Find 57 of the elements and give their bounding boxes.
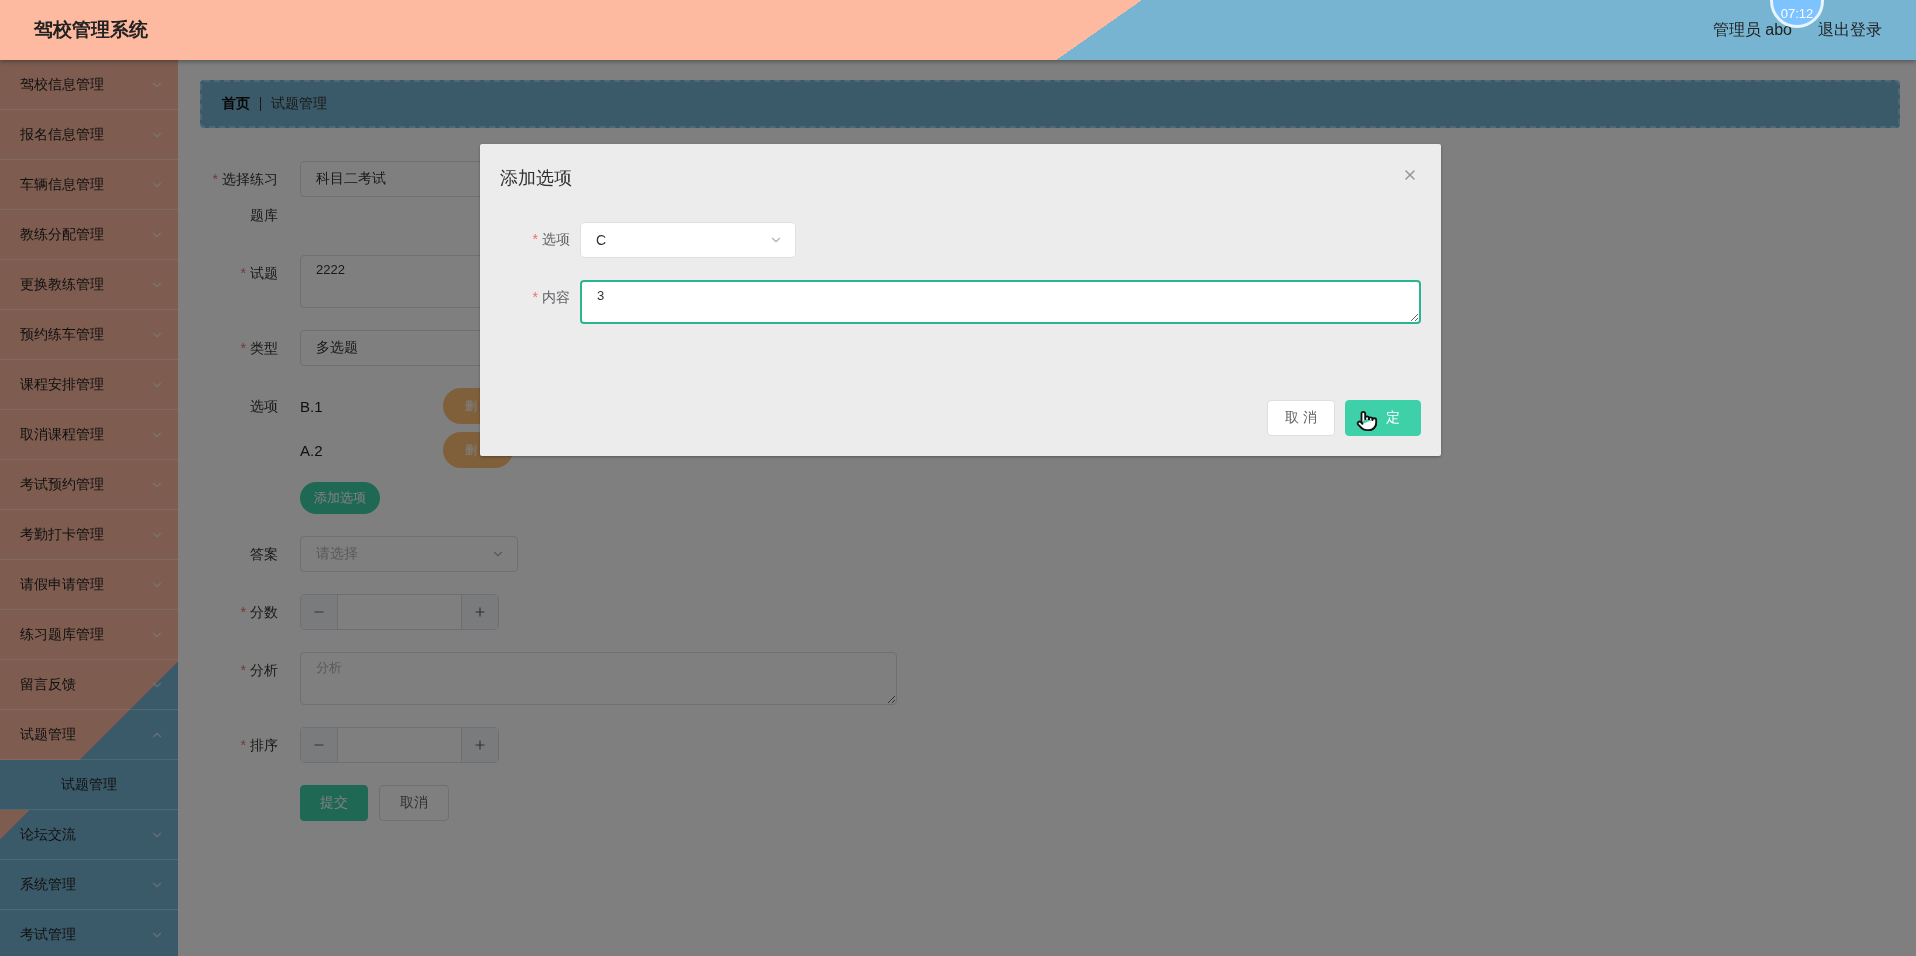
increment-button[interactable] <box>461 595 498 629</box>
hand-cursor-icon <box>1356 410 1378 432</box>
sidebar-item[interactable]: 系统管理 <box>0 860 178 910</box>
submit-button[interactable]: 提交 <box>300 785 368 821</box>
required-mark: * <box>240 737 246 753</box>
field-label: 类型 <box>250 340 278 356</box>
field-label: 内容 <box>542 289 570 305</box>
required-mark: * <box>240 662 246 678</box>
breadcrumb-link[interactable]: 试题管理 <box>271 95 327 113</box>
field-label: 答案 <box>250 546 278 562</box>
text-area[interactable]: 3 <box>580 280 1421 324</box>
field-label: 选项 <box>542 231 570 247</box>
add-option-button[interactable]: 添加选项 <box>300 482 380 514</box>
field-label: 分析 <box>250 662 278 678</box>
sidebar-subitem[interactable]: 试题管理 <box>0 760 178 810</box>
sidebar-item[interactable]: 更换教练管理 <box>0 260 178 310</box>
decrement-button[interactable] <box>301 595 338 629</box>
dialog-title: 添加选项 <box>500 167 572 190</box>
field-label: 试题 <box>250 265 278 281</box>
required-mark: * <box>212 171 218 187</box>
sidebar-item[interactable]: 留言反馈 <box>0 660 178 710</box>
sidebar-item[interactable]: 预约练车管理 <box>0 310 178 360</box>
field-label: 排序 <box>250 737 278 753</box>
option-text: B.1 <box>300 397 324 415</box>
plus-icon <box>473 605 487 619</box>
cancel-button[interactable]: 取消 <box>379 785 449 821</box>
required-mark: * <box>240 265 246 281</box>
sidebar-item[interactable]: 取消课程管理 <box>0 410 178 460</box>
sidebar-item[interactable]: 论坛交流 <box>0 810 178 860</box>
sidebar-item[interactable]: 练习题库管理 <box>0 610 178 660</box>
required-mark: * <box>240 340 246 356</box>
cancel-button[interactable]: 取 消 <box>1267 400 1335 436</box>
app-title: 驾校管理系统 <box>34 18 149 42</box>
plus-icon <box>473 738 487 752</box>
option-text: A.2 <box>300 441 324 459</box>
field-label: 选择练习题库 <box>222 171 278 223</box>
sidebar-item[interactable]: 驾校信息管理 <box>0 60 178 110</box>
required-mark: * <box>240 604 246 620</box>
sidebar-item[interactable]: 考试管理 <box>0 910 178 956</box>
sidebar-item[interactable]: 车辆信息管理 <box>0 160 178 210</box>
sidebar-item[interactable]: 教练分配管理 <box>0 210 178 260</box>
confirm-button[interactable]: 定 <box>1345 400 1421 436</box>
number-stepper[interactable] <box>300 727 499 763</box>
sidebar-item[interactable]: 报名信息管理 <box>0 110 178 160</box>
number-stepper[interactable] <box>300 594 499 630</box>
breadcrumb-link[interactable]: 首页 <box>222 95 250 113</box>
select-field[interactable]: C <box>580 222 796 258</box>
required-mark: * <box>532 289 538 305</box>
sidebar-item[interactable]: 课程安排管理 <box>0 360 178 410</box>
sidebar-item[interactable]: 考勤打卡管理 <box>0 510 178 560</box>
sidebar-item[interactable]: 考试预约管理 <box>0 460 178 510</box>
decrement-button[interactable] <box>301 728 338 762</box>
field-label: 选项 <box>250 398 278 414</box>
field-label: 分数 <box>250 604 278 620</box>
increment-button[interactable] <box>461 728 498 762</box>
sidebar-item[interactable]: 请假申请管理 <box>0 560 178 610</box>
required-mark: * <box>532 231 538 247</box>
